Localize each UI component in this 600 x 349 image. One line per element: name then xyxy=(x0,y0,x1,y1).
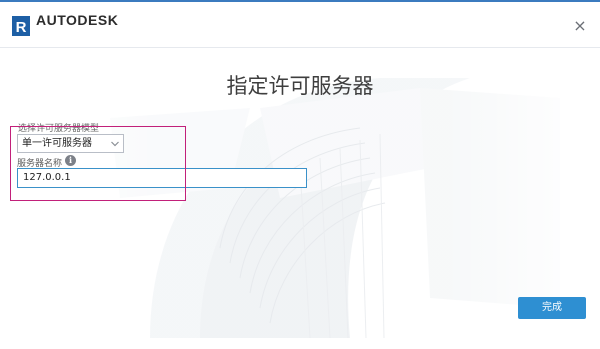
close-icon[interactable]: × xyxy=(572,18,588,34)
svg-text:R: R xyxy=(16,19,27,36)
revit-logo-icon: R xyxy=(12,16,30,36)
title-bar: R AUTODESK × xyxy=(0,0,600,48)
license-type-value: 单一许可服务器 xyxy=(22,138,92,149)
autodesk-license-dialog: R AUTODESK × 指定许可服务器 选择许可服务器模型 单一许可服务器 服… xyxy=(0,0,600,349)
info-icon[interactable]: i xyxy=(65,155,76,166)
license-type-select[interactable]: 单一许可服务器 xyxy=(17,134,124,153)
brand-name: AUTODESK xyxy=(36,12,119,28)
chevron-down-icon xyxy=(111,141,119,147)
license-type-label: 选择许可服务器模型 xyxy=(18,124,100,134)
page-title: 指定许可服务器 xyxy=(226,74,374,98)
finish-button[interactable]: 完成 xyxy=(518,297,586,319)
server-name-input[interactable]: 127.0.0.1 xyxy=(17,168,307,188)
